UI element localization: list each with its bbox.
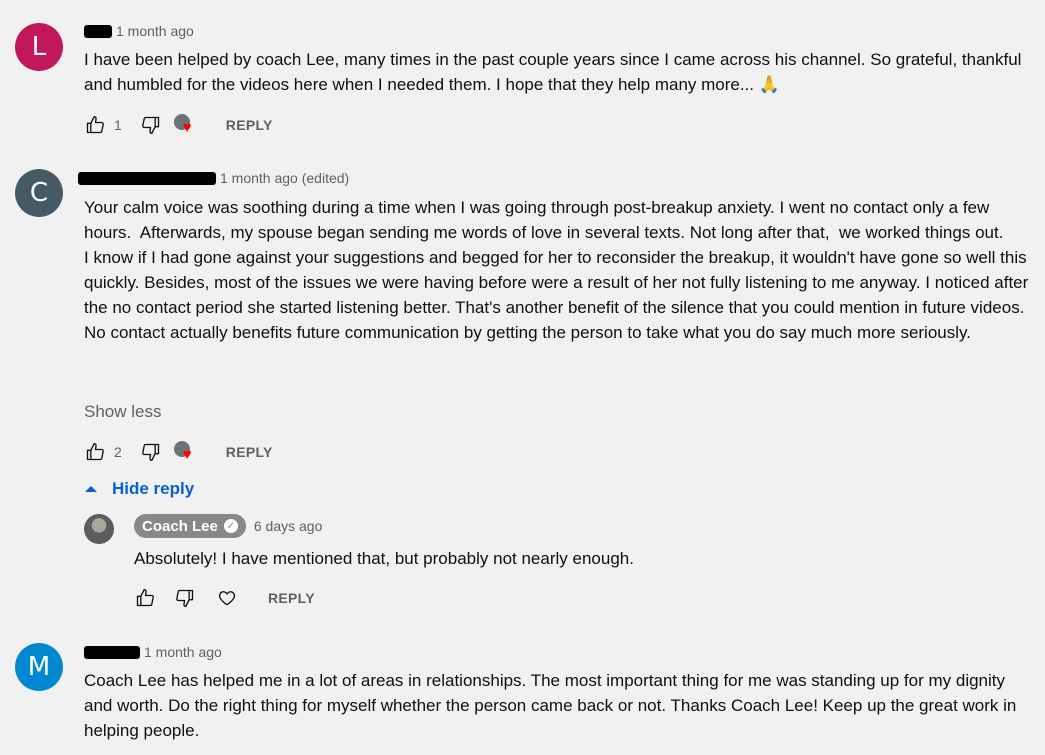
thumbs-down-icon[interactable] xyxy=(140,114,162,136)
creator-heart-icon[interactable]: ♥ xyxy=(173,114,196,136)
thumbs-down-icon[interactable] xyxy=(174,587,196,609)
reply-avatar[interactable] xyxy=(84,514,114,544)
reply-text: Absolutely! I have mentioned that, but p… xyxy=(134,549,634,568)
heart-icon: ♥ xyxy=(182,119,192,136)
author-chip[interactable]: Coach Lee ✓ xyxy=(134,514,246,538)
thumbs-up-icon[interactable] xyxy=(134,587,156,609)
avatar-letter: C xyxy=(29,178,49,208)
reply-author: Coach Lee xyxy=(142,517,218,535)
comment-time[interactable]: 1 month ago (edited) xyxy=(220,170,349,186)
comment-meta: 1 month ago (edited) xyxy=(78,168,349,188)
avatar[interactable]: M xyxy=(15,643,63,691)
comment-meta: 1 month ago xyxy=(84,642,222,662)
reply-button[interactable]: REPLY xyxy=(268,590,315,606)
show-less-button[interactable]: Show less xyxy=(84,402,161,422)
triangle-up-icon xyxy=(85,486,97,492)
like-count: 2 xyxy=(114,444,122,460)
heart-outline-icon[interactable] xyxy=(216,587,238,609)
thumbs-up-icon[interactable] xyxy=(84,114,106,136)
redacted-author-name xyxy=(84,645,140,659)
reply-actions: REPLY xyxy=(134,585,315,611)
redacted-author-name xyxy=(84,24,112,38)
avatar-letter: M xyxy=(27,652,51,682)
hide-reply-button[interactable]: Hide reply xyxy=(84,479,194,499)
comment-text: Your calm voice was soothing during a ti… xyxy=(84,198,1029,342)
avatar[interactable]: C xyxy=(15,169,63,217)
comment-text: I have been helped by coach Lee, many ti… xyxy=(84,50,1027,94)
reply-time[interactable]: 6 days ago xyxy=(254,518,323,534)
hide-reply-label: Hide reply xyxy=(112,479,195,498)
heart-icon: ♥ xyxy=(182,446,192,463)
thumbs-down-icon[interactable] xyxy=(140,441,162,463)
reply-meta: Coach Lee ✓ 6 days ago xyxy=(134,514,323,538)
redacted-author-name xyxy=(78,171,216,185)
avatar[interactable]: L xyxy=(15,23,63,71)
comment-actions: 2 ♥ REPLY xyxy=(84,439,273,465)
comment-text: Coach Lee has helped me in a lot of area… xyxy=(84,671,1022,740)
reply-button[interactable]: REPLY xyxy=(226,117,273,133)
like-count: 1 xyxy=(114,117,122,133)
comment-actions: 1 ♥ REPLY xyxy=(84,112,273,138)
thumbs-up-icon[interactable] xyxy=(84,441,106,463)
creator-heart-icon[interactable]: ♥ xyxy=(173,441,196,463)
avatar-letter: L xyxy=(31,32,47,62)
comment-meta: 1 month ago xyxy=(84,21,194,41)
comment-time[interactable]: 1 month ago xyxy=(116,23,194,39)
verified-check-icon: ✓ xyxy=(223,519,238,533)
reply-button[interactable]: REPLY xyxy=(226,444,273,460)
comment-time[interactable]: 1 month ago xyxy=(144,644,222,660)
